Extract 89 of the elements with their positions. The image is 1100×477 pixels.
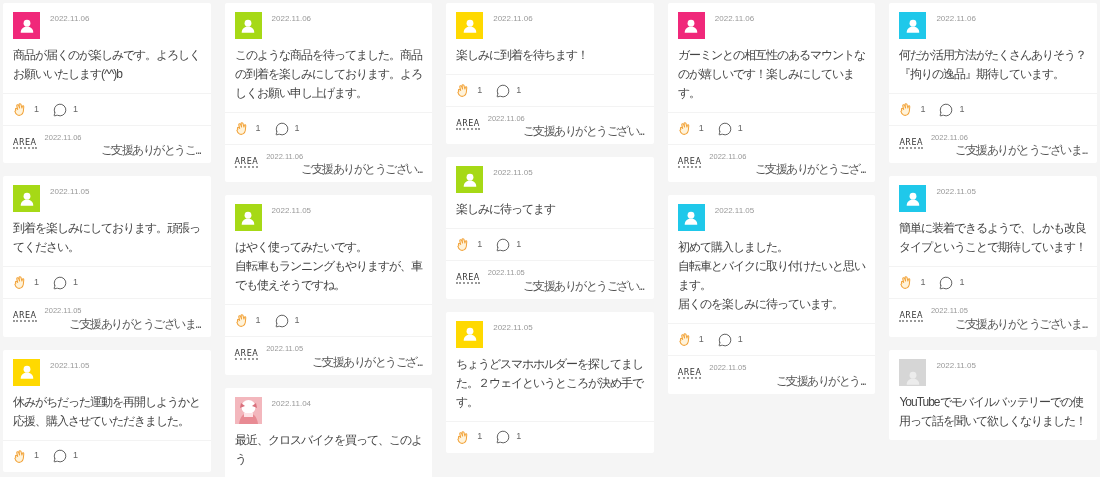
comment-count: 1 [959,102,965,116]
comment-count: 1 [959,276,965,289]
brand-logo: AREA [677,368,702,380]
comment-date: 2022.11.05 [50,359,90,372]
comment-text: 到着を楽しみにしております。頑張ってください。 [13,220,201,257]
clap-count: 1 [477,238,483,251]
comment-text: 最近、クロスバイクを買って、このよう [234,431,423,468]
comment-text: YouTubeでモバイルバッテリーでの使用って話を聞いて欲しくなりました！ [899,393,1087,430]
comment-count: 1 [73,449,79,463]
comment-text: 自転車もランニングもやりますが、車でも使えそうですね。 [234,258,423,295]
comment-date: 2022.11.05 [271,205,312,218]
comment-icon[interactable] [53,102,67,117]
comment-count: 1 [73,102,79,116]
clap-count: 1 [698,121,704,135]
comment-date: 2022.11.06 [50,13,90,25]
comment-count: 1 [516,238,522,251]
comment-count: 1 [294,314,300,327]
comment-count: 1 [737,121,743,135]
avatar-icon [899,358,927,386]
comment-text: 楽しみに到着を待ちます！ [456,47,590,64]
comment-text: ちょうどスマホホルダーを探してました。２ウェイというところが決め手です。 [456,355,644,411]
comment-icon[interactable] [717,121,732,136]
comment-icon[interactable] [496,83,511,98]
reply-text: ご支援ありがとうござ... [311,354,423,369]
comment-text: 届くのを楽しみに待っています。 [677,296,844,314]
comment-date: 2022.11.05 [50,186,90,199]
reply-text: ご支援ありがとうござ... [754,162,866,177]
reply-text: ご支援ありがとうございま... [955,143,1087,158]
clap-count: 1 [34,102,39,116]
reply-text: ご支援ありがとう... [775,373,866,388]
comment-count: 1 [294,121,300,135]
clap-count: 1 [920,102,926,116]
clap-count: 1 [34,449,39,463]
clap-count: 1 [477,83,483,97]
brand-logo: AREA [899,138,923,149]
comment-text: 自転車とバイクに取り付けたいと思います。 [677,258,866,295]
comment-count: 1 [516,430,522,444]
comment-date: 2022.11.05 [936,359,976,372]
brand-logo: AREA [13,138,37,149]
comment-text: 初めて購入しました。 [677,239,789,257]
comment-date: 2022.11.05 [936,186,976,199]
comment-text: 商品が届くのが楽しみです。よろしくお願いいたします(^^)b [13,47,201,83]
comment-date: 2022.11.06 [714,13,755,25]
clap-count: 1 [477,430,483,444]
comment-icon[interactable] [53,275,67,290]
brand-logo: AREA [899,311,923,323]
comment-date: 2022.11.05 [493,167,533,180]
reply-text: ご支援ありがとうござい... [522,124,644,139]
comment-text: ガーミンとの相互性のあるマウントなのが嬉しいです！楽しみにしています。 [677,47,866,102]
clap-count: 1 [34,276,39,289]
comment-icon[interactable] [939,102,954,117]
comment-date: 2022.11.05 [493,321,533,334]
reply-text: ご支援ありがとうござい... [522,278,644,293]
clap-count: 1 [255,314,261,327]
brand-logo: AREA [234,157,259,168]
brand-logo: AREA [677,157,702,168]
clap-count: 1 [920,276,926,289]
comment-text: はやく使ってみたいです。 [234,239,368,257]
comment-icon[interactable] [496,237,511,252]
comment-icon[interactable] [274,313,289,328]
reply-text: ご支援ありがとうございま... [955,316,1087,331]
reply-text: ご支援ありがとうござい... [301,162,423,177]
comment-text: 簡単に装着できるようで、しかも改良タイプということで期待しています！ [899,220,1087,257]
brand-logo: AREA [456,119,480,130]
clap-count: 1 [255,121,261,135]
comment-icon[interactable] [274,121,289,136]
reply-text: ご支援ありがとうこ... [100,143,201,158]
comment-date: 2022.11.05 [714,205,755,218]
comment-date: 2022.11.06 [493,13,533,25]
comment-text: 休みがちだった運動を再開しようかと応援、購入させていただきました。 [13,393,201,430]
comment-count: 1 [737,333,743,346]
comment-text: 何だか活用方法がたくさんありそう？ [899,47,1087,64]
comment-text: 『拘りの逸品』期待しています。 [899,66,1066,83]
brand-logo: AREA [13,311,37,323]
comment-icon[interactable] [939,275,954,290]
clap-count: 1 [698,333,704,346]
comment-date: 2022.11.06 [271,13,312,25]
brand-logo: AREA [234,349,259,361]
comment-text: 楽しみに待ってます [456,201,557,219]
reply-text: ご支援ありがとうございま... [69,316,201,331]
comment-date: 2022.11.06 [936,13,976,25]
comment-icon[interactable] [496,430,511,444]
comment-count: 1 [73,276,79,289]
comment-date: 2022.11.04 [271,397,312,410]
comment-icon[interactable] [53,449,67,463]
comment-icon[interactable] [717,332,732,347]
comment-count: 1 [516,83,522,97]
comment-text: このような商品を待ってました。商品の到着を楽しみにしております。よろしくお願い申し上げます。 [234,47,423,102]
brand-logo: AREA [456,273,480,285]
